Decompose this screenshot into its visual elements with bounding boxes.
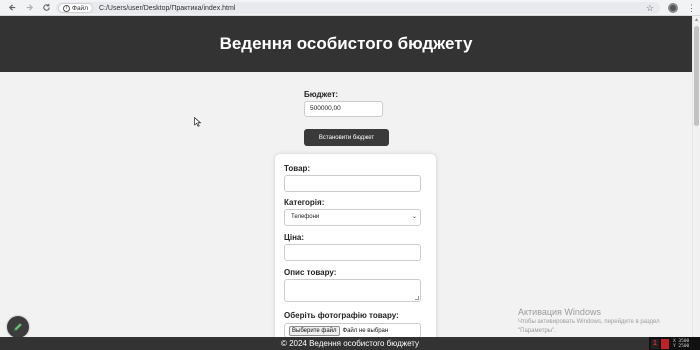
product-label: Товар: [284, 164, 311, 173]
price-input[interactable] [284, 244, 421, 261]
file-status-text: Файл не выбран [342, 327, 389, 334]
pencil-icon [14, 323, 22, 331]
scroll-thumb[interactable] [694, 26, 699, 126]
category-select[interactable]: Телефони ⌄ [284, 209, 421, 226]
choose-file-button[interactable]: Выберите файл [289, 325, 340, 336]
budget-label: Бюджет: [304, 90, 339, 99]
product-form-card: Товар: Категорія: Телефони ⌄ Ціна: Опис … [275, 154, 436, 344]
coord-y: Y 2500 [673, 343, 690, 349]
windows-activation-watermark: Активация Windows Чтобы активировать Win… [518, 307, 660, 335]
photo-label: Оберіть фотографію товару: [284, 311, 399, 320]
reload-icon[interactable] [39, 1, 53, 15]
description-label: Опис товару: [284, 268, 337, 277]
page-footer: © 2024 Ведення особистого бюджету [0, 337, 700, 350]
edit-fab-button[interactable] [7, 316, 29, 338]
chevron-down-icon: ⌄ [411, 214, 417, 220]
category-selected-value: Телефони [291, 214, 320, 220]
watermark-line-2: "Параметры". [518, 328, 556, 334]
coord-x: X 3500 [673, 338, 690, 344]
set-budget-button[interactable]: Встановити бюджет [304, 129, 389, 146]
watermark-line-1: Чтобы активировать Windows, перейдите в … [518, 319, 660, 325]
page-scrollbar[interactable]: ▲ [692, 16, 700, 337]
url-text[interactable]: C:/Users/user/Desktop/Практика/index.htm… [99, 5, 235, 12]
site-info-chip[interactable]: i Файл [58, 3, 93, 13]
browser-toolbar: i Файл C:/Users/user/Desktop/Практика/in… [0, 0, 700, 16]
site-info-label: Файл [72, 4, 88, 12]
resize-grip-icon[interactable] [415, 296, 419, 300]
info-icon: i [63, 4, 70, 12]
page-header: Ведення особистого бюджету [0, 16, 692, 72]
price-label: Ціна: [284, 233, 305, 242]
scroll-up-icon[interactable]: ▲ [694, 17, 699, 23]
profile-icon[interactable] [668, 3, 678, 13]
category-label: Категорія: [284, 198, 325, 207]
photo-file-input[interactable]: Выберите файл Файл не выбран [284, 323, 421, 338]
product-input[interactable] [284, 175, 421, 192]
more-icon[interactable]: ⋮ [687, 2, 696, 14]
forward-icon[interactable] [22, 1, 36, 15]
back-icon[interactable] [5, 1, 19, 15]
app-icon[interactable]: 1 [651, 338, 659, 349]
app-icon-red[interactable] [661, 338, 669, 349]
footer-text: © 2024 Ведення особистого бюджету [280, 339, 420, 348]
description-textarea[interactable] [284, 279, 421, 302]
address-bar[interactable]: i Файл C:/Users/user/Desktop/Практика/in… [56, 2, 660, 14]
page-title: Ведення особистого бюджету [219, 34, 473, 53]
coordinates-readout: X 3500 Y 2500 [673, 339, 689, 349]
tray-widget: 1 X 3500 Y 2500 [649, 337, 700, 350]
budget-input[interactable]: 500000,00 [304, 101, 383, 117]
watermark-title: Активация Windows [518, 307, 601, 317]
mouse-cursor-icon [194, 117, 202, 127]
star-icon[interactable]: ☆ [646, 2, 654, 14]
